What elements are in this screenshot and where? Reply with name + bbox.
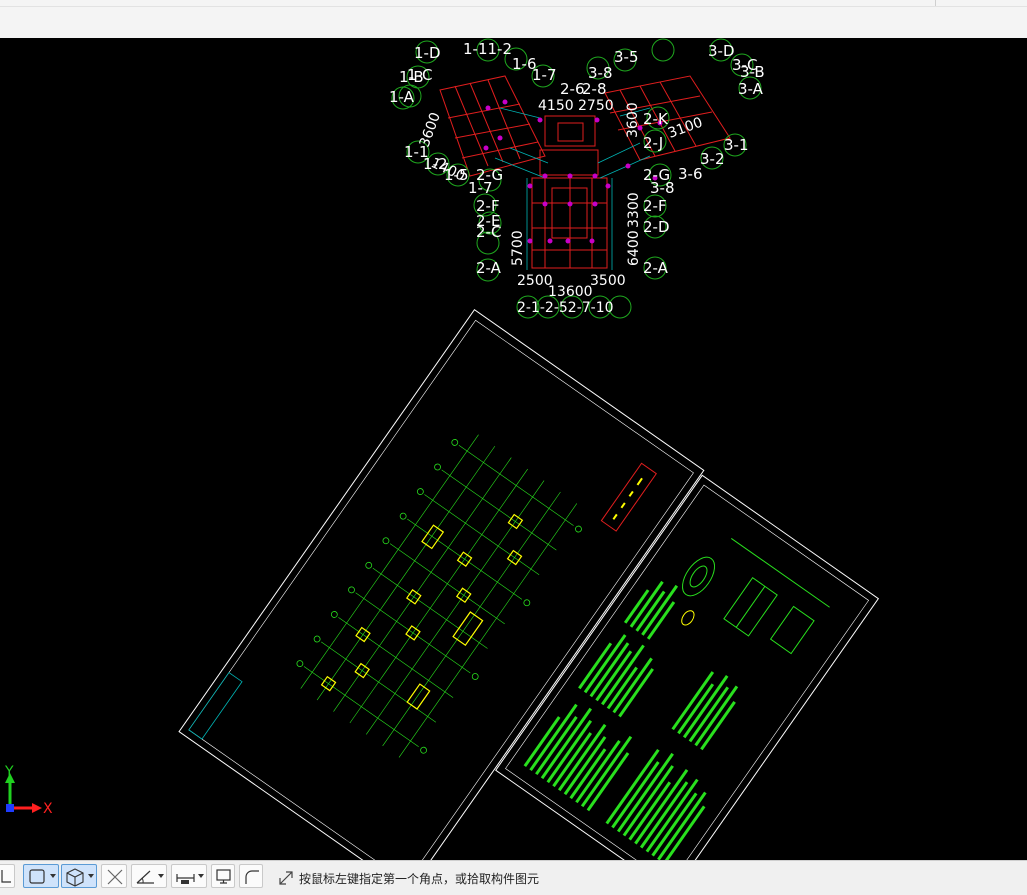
axis-label: 1-D [414, 44, 441, 62]
chevron-down-icon[interactable] [158, 874, 164, 878]
chevron-down-icon[interactable] [50, 874, 56, 878]
screen-tool-button[interactable] [211, 864, 235, 888]
cross-icon [107, 869, 123, 885]
axis-label: 3-8 [588, 64, 613, 82]
dimension-tool-button[interactable] [171, 864, 207, 888]
cross-tool-button[interactable] [101, 864, 127, 888]
axis-label: 3-D [708, 42, 735, 60]
axis-label: 2-J [643, 134, 663, 152]
dimension-text: 2500001000 [517, 286, 524, 288]
dimension-text: 4150 [538, 98, 574, 114]
dimension-text: 3300 [626, 192, 642, 228]
dimension-text: 3600 [625, 102, 641, 138]
ucs-y-label: Y [5, 764, 14, 780]
resize-diagonal-icon [279, 871, 293, 885]
angle-measure-button[interactable] [131, 864, 167, 888]
screen-icon [216, 869, 231, 884]
axis-label-texts: 1-D 1-11-2 1-A 1-C 1-B 1-6 1-7 1-1 1-2 1… [389, 40, 765, 277]
axis-label: 3-6 [678, 165, 703, 183]
chevron-down-icon[interactable] [88, 874, 94, 878]
axis-label: 2-6 [560, 80, 585, 98]
rect-select-button[interactable] [23, 864, 59, 888]
3d-view-button[interactable] [61, 864, 97, 888]
dimension-text: 3600 [417, 110, 444, 149]
dimension-text: 2750 [578, 98, 614, 114]
axis-label: 2-C [476, 223, 501, 241]
command-status-bar: 按鼠标左键指定第一个角点，或拾取构件图元 [0, 860, 1027, 895]
angle-icon [1, 870, 11, 883]
toolbar-separator [935, 0, 936, 6]
dimension-text: 3100 [666, 115, 705, 142]
command-prompt-text: 按鼠标左键指定第一个角点，或拾取构件图元 [299, 871, 540, 886]
ucs-x-label: X [43, 801, 53, 817]
dimension-text: 5700 [510, 230, 526, 266]
axis-label: 1-B [399, 68, 424, 86]
center-core-plan [531, 115, 608, 269]
cad-drawing-svg: 1-D 1-11-2 1-A 1-C 1-B 1-6 1-7 1-1 1-2 1… [5, 38, 880, 860]
toolbar-divider [0, 6, 1027, 7]
axis-label: 3-2 [700, 150, 725, 168]
axis-label: 2-G [476, 166, 503, 184]
drawing-sheet-right [495, 474, 880, 860]
axis-label: 3-B [740, 63, 765, 81]
axis-label: 1-11-2 [463, 40, 512, 58]
arc-tool-button[interactable] [239, 864, 263, 888]
axis-label: 1-7 [532, 66, 557, 84]
chevron-down-icon[interactable] [198, 874, 204, 878]
dimension-text: 3500 [590, 273, 626, 289]
angle-tool-button[interactable] [0, 864, 15, 888]
cad-drawing-canvas[interactable]: 1-D 1-11-2 1-A 1-C 1-B 1-6 1-7 1-1 1-2 1… [0, 38, 1027, 860]
axis-label: 2-A [643, 259, 669, 277]
axis-label: 2-K [643, 110, 669, 128]
axis-label: 1-A [389, 88, 415, 106]
axis-label: 2-D [643, 218, 670, 236]
axis-label: 3-5 [614, 48, 639, 66]
axis-label: 3-8 [650, 179, 675, 197]
axis-label: 3-1 [724, 136, 749, 154]
axis-label: 2-A [476, 259, 502, 277]
dimension-text: 13600 [548, 284, 593, 300]
floor-plan-top: 1-D 1-11-2 1-A 1-C 1-B 1-6 1-7 1-1 1-2 1… [389, 38, 765, 319]
dimension-text: 6400 [626, 230, 642, 266]
top-toolbar-strip [0, 0, 1027, 39]
arc-icon [245, 870, 259, 884]
command-prompt: 按鼠标左键指定第一个角点，或拾取构件图元 [278, 867, 539, 889]
left-wing-plan [439, 75, 546, 177]
axis-label: 2-8 [582, 80, 607, 98]
axis-label: 2-F [643, 197, 667, 215]
dimension-text: 2-1-2-52-7-10 [517, 300, 614, 316]
axis-label: 3-A [738, 80, 764, 98]
